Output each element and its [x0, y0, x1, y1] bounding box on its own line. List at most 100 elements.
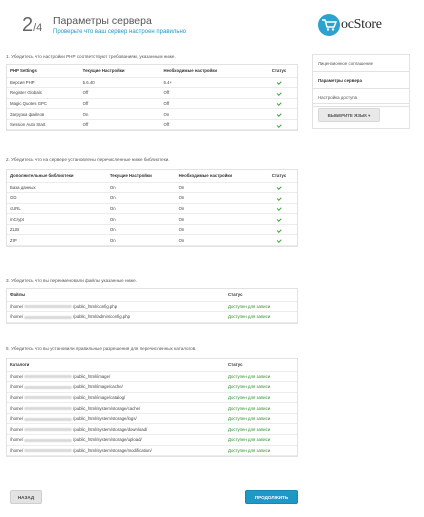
setting-name: ZLIB — [7, 224, 107, 236]
section-libraries-label: 2. Убедитесь что на сервере установлены … — [6, 157, 170, 162]
status-cell — [261, 108, 297, 120]
setting-name: Загрузка файлов — [7, 108, 80, 120]
check-icon — [276, 101, 282, 107]
path-cell: /home/ /public_html/system/storage/upload… — [7, 434, 225, 446]
redacted-username — [24, 315, 73, 319]
install-steps-nav: Лицензионное соглашение Параметры сервер… — [312, 54, 410, 107]
step-indicator: 2/4 — [22, 14, 42, 37]
redacted-username — [24, 428, 73, 432]
status-cell — [261, 234, 297, 247]
section-files-label: 3. Убедитесь что вы переименовали файлы … — [6, 278, 138, 283]
logo: ocStore — [318, 14, 398, 38]
directories-table: Каталоги Статус/home/ /public_html/image/Д… — [6, 358, 298, 458]
path-prefix: /home/ — [10, 447, 24, 453]
column-header: Статус — [261, 65, 297, 78]
column-header: Статус — [225, 289, 297, 302]
path-suffix: /public_html/image/cache/ — [73, 384, 123, 390]
path-cell: /home/ /public_html/admin/config.php — [7, 311, 225, 323]
status-cell — [261, 203, 297, 215]
table-row: ZLIB On On — [7, 224, 297, 236]
install-page: 2/4 Параметры сервера Проверьте что ваш … — [0, 0, 424, 517]
nav-item-license[interactable]: Лицензионное соглашение — [313, 55, 409, 72]
writable-status: Доступен для записи — [225, 371, 297, 383]
required-value: On — [175, 203, 261, 215]
table-row: /home/ /public_html/system/storage/cache/… — [7, 402, 297, 414]
column-header: Необходимые настройки — [175, 170, 261, 183]
table-row: mCrypt On On — [7, 213, 297, 225]
table-row: Register Globals Off Off — [7, 87, 297, 99]
logo-text: ocStore — [341, 17, 382, 32]
path-suffix: /public_html/system/storage/download/ — [73, 426, 148, 432]
current-value: On — [106, 182, 176, 194]
table-row: /home/ /public_html/image/catalog/Доступе… — [7, 392, 297, 404]
check-icon — [276, 195, 282, 201]
check-icon — [276, 112, 282, 117]
path-cell: /home/ /public_html/system/storage/cache/ — [7, 402, 225, 414]
path-suffix: /public_html/system/storage/logs/ — [73, 416, 137, 422]
writable-status: Доступен для записи — [225, 311, 297, 323]
path-prefix: /home/ — [10, 437, 24, 443]
current-value: Off — [79, 87, 161, 99]
required-value: On — [160, 108, 261, 120]
page-subtitle: Проверьте что ваш сервер настроен правил… — [53, 29, 187, 35]
writable-status: Доступен для записи — [225, 413, 297, 425]
status-cell — [261, 182, 297, 194]
language-dropdown-button[interactable]: ВЫБЕРИТЕ ЯЗЫК ▾ — [318, 108, 380, 122]
path-prefix: /home/ — [10, 394, 24, 400]
path-suffix: /public_html/system/storage/upload/ — [73, 437, 142, 443]
path-cell: /home/ /public_html/image/ — [7, 371, 225, 383]
column-header: Текущие Настройки — [106, 170, 176, 183]
required-value: On — [175, 213, 261, 225]
required-value: On — [175, 234, 261, 247]
table-row: /home/ /public_html/admin/config.php Досту… — [7, 311, 297, 323]
path-prefix: /home/ — [10, 426, 24, 432]
check-icon — [276, 217, 282, 222]
table-row: GD On On — [7, 192, 297, 204]
required-value: Off — [160, 87, 261, 99]
table-row: Загрузка файлов On On — [7, 108, 297, 120]
column-header: Необходимые настройки — [160, 65, 261, 78]
status-cell — [261, 119, 297, 131]
required-value: On — [175, 224, 261, 236]
path-suffix: /public_html/system/storage/modification… — [73, 447, 152, 453]
column-header: Текущие Настройки — [79, 65, 161, 78]
current-value: On — [106, 203, 176, 215]
table-row: Magic Quotes GPC Off Off — [7, 98, 297, 110]
redacted-username — [24, 385, 73, 389]
setting-name: Register Globals — [7, 87, 80, 99]
step-total: /4 — [33, 22, 43, 34]
redacted-username — [24, 438, 73, 442]
writable-status: Доступен для записи — [225, 381, 297, 393]
table-row: База данных On On — [7, 182, 297, 194]
setting-name: Session Auto Start — [7, 119, 80, 131]
table-row: /home/ /public_html/system/storage/modifi… — [7, 445, 297, 457]
back-button[interactable]: НАЗАД — [10, 490, 42, 504]
setting-name: cURL — [7, 203, 107, 215]
status-cell — [261, 224, 297, 236]
writable-status: Доступен для записи — [225, 423, 297, 436]
redacted-username — [24, 305, 73, 309]
setting-name: ZIP — [7, 234, 107, 247]
setting-name: mCrypt — [7, 213, 107, 225]
nav-item-server-params[interactable]: Параметры сервера — [313, 72, 409, 89]
libraries-table: Дополнительные библиотеки Текущие Настрой… — [6, 169, 298, 248]
table-row: /home/ /public_html/system/storage/downlo… — [7, 423, 297, 436]
check-icon — [276, 185, 282, 190]
check-icon — [276, 206, 282, 212]
writable-status: Доступен для записи — [225, 402, 297, 414]
path-suffix: /public_html/config.php — [73, 303, 118, 309]
path-cell: /home/ /public_html/image/catalog/ — [7, 392, 225, 404]
cart-icon — [318, 14, 340, 36]
current-value: On — [106, 213, 176, 225]
path-prefix: /home/ — [10, 405, 24, 411]
path-cell: /home/ /public_html/system/storage/logs/ — [7, 413, 225, 425]
table-row: /home/ /public_html/image/cache/Доступен … — [7, 381, 297, 393]
path-suffix: /public_html/image/ — [73, 373, 111, 379]
continue-button[interactable]: ПРОДОЛЖИТЬ — [245, 490, 298, 504]
column-header: Статус — [261, 170, 297, 183]
column-header: Файлы — [7, 289, 225, 302]
check-icon — [276, 238, 282, 243]
path-cell: /home/ /public_html/system/storage/downlo… — [7, 423, 225, 436]
required-value: Off — [160, 98, 261, 110]
status-cell — [261, 87, 297, 99]
